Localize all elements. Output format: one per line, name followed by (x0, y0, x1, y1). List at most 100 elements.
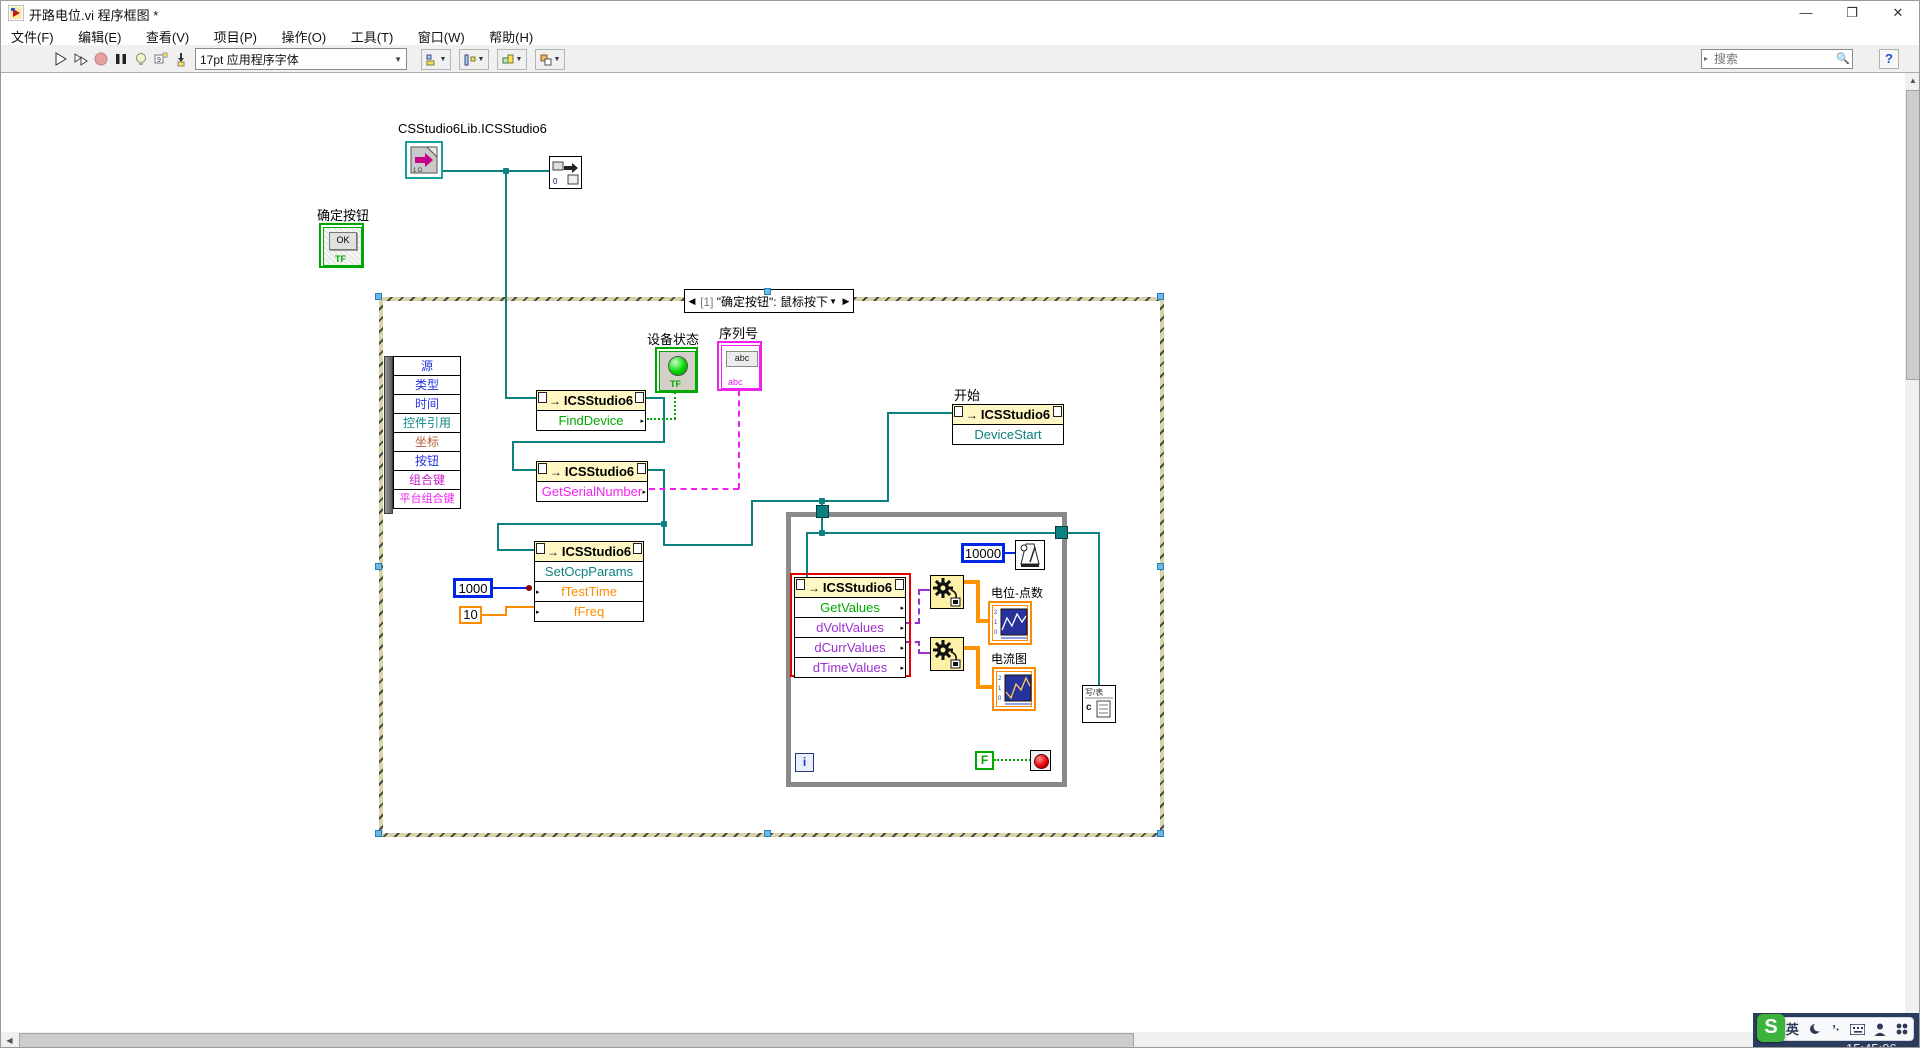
event-prev-icon[interactable]: ◀ (685, 296, 699, 307)
wire-class-to-converter[interactable] (442, 170, 550, 172)
maximize-button[interactable]: ❐ (1829, 1, 1875, 25)
wire-seg[interactable] (663, 469, 665, 546)
selection-handle[interactable] (375, 830, 382, 837)
event-data-ctlref[interactable]: 控件引用 (393, 413, 461, 433)
close-button[interactable]: ✕ (1875, 1, 1920, 25)
person-icon[interactable] (1874, 1023, 1886, 1036)
constant-10[interactable]: 10 (459, 606, 482, 624)
reorder-icon[interactable]: ▼ (535, 49, 565, 70)
retain-wire-values-icon[interactable]: 9 (153, 51, 169, 67)
event-dropdown-icon[interactable]: ▼ (829, 297, 837, 306)
punctuation-icon[interactable]: ’· (1832, 1023, 1840, 1036)
event-next-icon[interactable]: ▶ (839, 296, 853, 307)
selection-handle[interactable] (1157, 563, 1164, 570)
wire-seg[interactable] (918, 589, 920, 624)
search-scope-icon[interactable]: ▸ (1704, 54, 1708, 63)
wire-to-subvi[interactable] (1098, 532, 1100, 685)
help-button[interactable]: ? (1879, 49, 1899, 69)
array-converter-curr[interactable] (930, 637, 964, 671)
wire-seg[interactable] (976, 580, 980, 623)
scroll-left-icon[interactable]: ◀ (1, 1032, 18, 1048)
toolbox-grid-icon[interactable] (1896, 1023, 1908, 1035)
wire-seg[interactable] (887, 412, 889, 502)
keyboard-icon[interactable] (1850, 1024, 1865, 1035)
run-icon[interactable] (53, 51, 69, 67)
sogou-logo-icon[interactable]: S (1757, 1014, 1785, 1042)
serial-number-terminal[interactable]: abc abc (717, 341, 762, 391)
wire-seg[interactable] (663, 544, 753, 546)
loop-condition-terminal[interactable] (1030, 750, 1051, 771)
wire-bool-finddevice[interactable] (647, 418, 676, 420)
distribute-objects-icon[interactable]: ▼ (459, 49, 489, 70)
constant-10000[interactable]: 10000 (961, 543, 1005, 563)
selection-handle[interactable] (764, 830, 771, 837)
wire-string-up[interactable] (738, 390, 740, 489)
wire-string-serial[interactable] (649, 488, 739, 490)
wire-seg[interactable] (512, 441, 514, 471)
search-icon[interactable]: 🔍 (1836, 52, 1850, 65)
font-selector[interactable]: 17pt 应用程序字体▼ (195, 48, 407, 70)
wire-seg[interactable] (918, 652, 930, 654)
align-objects-icon[interactable]: ▼ (421, 49, 451, 70)
wire-bool-up[interactable] (674, 392, 676, 419)
wire-seg[interactable] (505, 606, 534, 608)
wire-seg[interactable] (976, 646, 980, 689)
event-data-time[interactable]: 时间 (393, 394, 461, 414)
ime-lang-indicator[interactable]: 英 (1786, 1023, 1799, 1036)
array-converter-volt[interactable] (930, 575, 964, 609)
wire-class-down[interactable] (505, 170, 507, 399)
wire-into-setocp[interactable] (497, 549, 534, 551)
volt-graph-terminal[interactable]: 210 (988, 601, 1032, 645)
wire-seg[interactable] (1068, 532, 1100, 534)
invoke-node-finddevice[interactable]: →ICSStudio6 FindDevice▸ (536, 390, 646, 431)
wire-seg[interactable] (497, 523, 665, 525)
write-spreadsheet-subvi[interactable]: 写/表 c (1082, 685, 1116, 723)
wire-seg[interactable] (497, 523, 499, 551)
loop-tunnel-top[interactable] (816, 505, 829, 518)
wire-10000[interactable] (1005, 552, 1015, 554)
event-data-coords[interactable]: 坐标 (393, 432, 461, 452)
abort-icon[interactable] (93, 51, 109, 67)
false-constant[interactable]: F (975, 751, 994, 770)
event-data-type[interactable]: 类型 (393, 375, 461, 395)
ok-button-terminal[interactable]: OK TF (319, 223, 364, 268)
search-input[interactable] (1701, 49, 1853, 69)
wire-seg[interactable] (918, 589, 930, 591)
wire-into-getvalues[interactable] (806, 532, 808, 578)
wire-seg[interactable] (751, 500, 753, 546)
invoke-node-getvalues[interactable]: →ICSStudio6 GetValues▸ dVoltValues▸ dCur… (794, 577, 906, 678)
selection-handle[interactable] (375, 563, 382, 570)
highlight-execution-icon[interactable] (133, 51, 149, 67)
selection-handle[interactable] (1157, 293, 1164, 300)
minimize-button[interactable]: — (1783, 1, 1829, 25)
selection-handle[interactable] (764, 288, 771, 295)
loop-tunnel-right[interactable] (1055, 526, 1068, 539)
ime-toolbar[interactable]: 英 ’· (1780, 1017, 1914, 1041)
wire-stop[interactable] (994, 759, 1031, 761)
vertical-scroll-thumb[interactable] (1906, 90, 1920, 380)
wait-ms-node[interactable] (1015, 540, 1045, 570)
run-continuously-icon[interactable] (73, 51, 89, 67)
step-into-icon[interactable] (173, 51, 189, 67)
wire-10[interactable] (481, 614, 507, 616)
class-constant[interactable]: 1 D (405, 141, 443, 179)
wire-seg[interactable] (821, 532, 1058, 534)
loop-iteration-terminal[interactable]: i (795, 753, 814, 772)
invoke-node-setocpparams[interactable]: →ICSStudio6 SetOcpParams ▸fTestTime ▸fFr… (534, 541, 644, 622)
resize-objects-icon[interactable]: ▼ (497, 49, 527, 70)
event-data-source[interactable]: 源 (393, 356, 461, 376)
wire-seg[interactable] (512, 441, 665, 443)
wire-into-getserial[interactable] (512, 469, 536, 471)
curr-graph-terminal[interactable]: 210 (992, 667, 1036, 711)
pause-icon[interactable] (113, 51, 129, 67)
selection-handle[interactable] (375, 293, 382, 300)
event-data-button[interactable]: 按钮 (393, 451, 461, 471)
wire-into-devicestart[interactable] (887, 412, 952, 414)
invoke-node-devicestart[interactable]: →ICSStudio6 DeviceStart (952, 404, 1064, 445)
moon-icon[interactable] (1809, 1022, 1823, 1036)
event-data-platmods[interactable]: 平台组合键 (393, 489, 461, 509)
invoke-node-getserialnumber[interactable]: →ICSStudio6 GetSerialNumber▸ (536, 461, 648, 502)
scroll-up-icon[interactable]: ▲ (1905, 73, 1920, 89)
horizontal-scroll-thumb[interactable] (19, 1033, 1134, 1048)
event-data-node-bar[interactable] (384, 356, 393, 514)
